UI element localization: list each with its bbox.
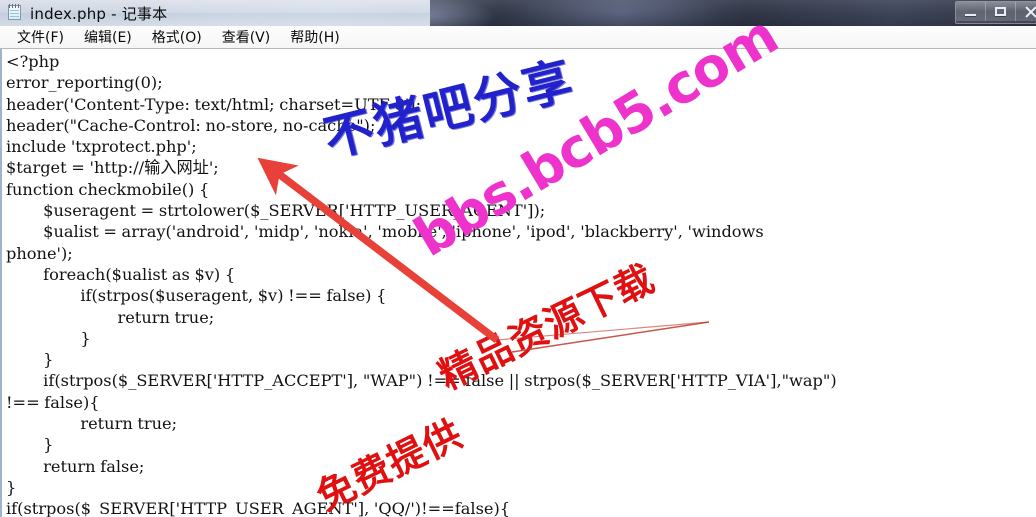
minimize-button[interactable] [956, 2, 986, 21]
code-line: $target = 'http://输入网址'; [6, 158, 219, 178]
code-line: header('Content-Type: text/html; charset… [6, 94, 422, 114]
code-line: !== false){ [6, 392, 100, 412]
notepad-text-area[interactable]: <?php error_reporting(0); header('Content-… [0, 49, 1036, 517]
code-line: function checkmobile() { [6, 179, 210, 199]
close-icon [1024, 6, 1036, 18]
code-line: } [6, 435, 54, 455]
code-line: } [6, 350, 54, 370]
code-line: phone'); [6, 243, 73, 263]
notepad-icon [6, 4, 23, 21]
php-source-code: <?php error_reporting(0); header('Content-… [6, 51, 1036, 517]
code-line: return true; [6, 307, 215, 327]
code-line: $useragent = strtolower($_SERVER['HTTP_U… [6, 201, 546, 221]
window-controls [955, 1, 1036, 24]
maximize-icon [995, 7, 1006, 16]
code-line: $ualist = array('android', 'midp', 'noki… [6, 222, 764, 242]
menubar: 文件(F) 编辑(E) 格式(O) 查看(V) 帮助(H) [0, 26, 1036, 49]
minimize-icon [965, 14, 976, 16]
code-line: if(strpos($_SERVER['HTTP_ACCEPT'], "WAP"… [6, 371, 837, 391]
code-line: if(strpos($useragent, $v) !== false) { [6, 286, 387, 306]
menu-help[interactable]: 帮助(H) [281, 26, 348, 49]
code-line: if(strpos($_SERVER['HTTP_USER_AGENT'], '… [6, 499, 511, 517]
code-line: } [6, 328, 91, 348]
code-line: foreach($ualist as $v) { [6, 264, 236, 284]
maximize-button[interactable] [986, 2, 1016, 21]
code-line: error_reporting(0); [6, 73, 163, 93]
menu-format[interactable]: 格式(O) [143, 26, 211, 49]
code-line: return false; [6, 456, 145, 476]
code-line: return true; [6, 414, 178, 434]
code-line: include 'txprotect.php'; [6, 137, 197, 157]
menu-view[interactable]: 查看(V) [213, 26, 280, 49]
close-button[interactable] [1016, 2, 1036, 21]
window-title: index.php - 记事本 [30, 5, 168, 23]
code-line: header("Cache-Control: no-store, no-cach… [6, 115, 376, 135]
menu-edit[interactable]: 编辑(E) [75, 26, 141, 49]
code-line: } [6, 477, 17, 497]
notepad-window: index.php - 记事本 文件(F) 编辑(E) 格式(O) 查看(V) … [0, 0, 1036, 517]
menu-file[interactable]: 文件(F) [8, 26, 73, 49]
window-titlebar[interactable]: index.php - 记事本 [0, 0, 1036, 26]
code-line: <?php [6, 52, 60, 71]
